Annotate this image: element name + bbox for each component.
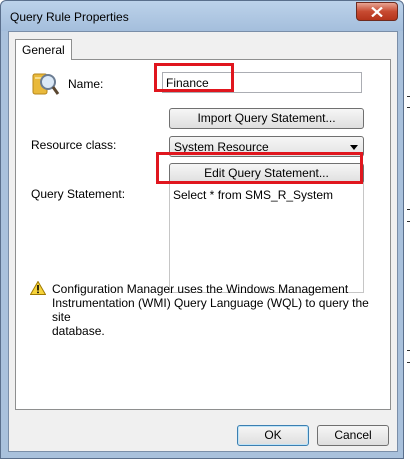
ok-button[interactable]: OK <box>237 425 309 446</box>
resource-class-value: System Resource <box>174 140 269 154</box>
query-magnifier-icon <box>32 73 60 95</box>
query-statement-text: Select * from SMS_R_System <box>173 188 334 202</box>
tab-general[interactable]: General <box>15 39 72 60</box>
background-edge <box>404 0 411 459</box>
close-icon <box>371 7 383 17</box>
edit-query-statement-button[interactable]: Edit Query Statement... <box>169 163 364 184</box>
import-query-statement-button[interactable]: Import Query Statement... <box>169 108 364 129</box>
dropdown-arrow-icon <box>350 145 358 150</box>
info-line-1: Configuration Manager uses the Windows M… <box>52 282 349 296</box>
name-field-value: Finance <box>166 76 209 90</box>
query-statement-box[interactable]: Select * from SMS_R_System <box>169 183 364 293</box>
query-statement-label: Query Statement: <box>31 187 126 201</box>
dialog-client-area: General Name: Finance Import Query State… <box>8 31 398 452</box>
name-field[interactable]: Finance <box>162 72 362 93</box>
dialog-window: Query Rule Properties General Name: Fina… <box>0 0 404 459</box>
warning-icon <box>30 281 46 295</box>
cancel-button[interactable]: Cancel <box>317 425 389 446</box>
info-line-2: Instrumentation (WMI) Query Language (WQ… <box>52 296 369 324</box>
close-button[interactable] <box>356 2 398 21</box>
resource-class-select[interactable]: System Resource <box>169 136 364 157</box>
resource-class-label: Resource class: <box>31 138 117 152</box>
window-title: Query Rule Properties <box>10 10 129 24</box>
info-message: Configuration Manager uses the Windows M… <box>52 282 387 338</box>
title-bar[interactable]: Query Rule Properties <box>1 1 403 31</box>
tab-general-label: General <box>22 43 65 57</box>
general-tab-panel: Name: Finance Import Query Statement... … <box>15 59 391 410</box>
name-label: Name: <box>68 77 104 91</box>
info-line-3: database. <box>52 324 105 338</box>
